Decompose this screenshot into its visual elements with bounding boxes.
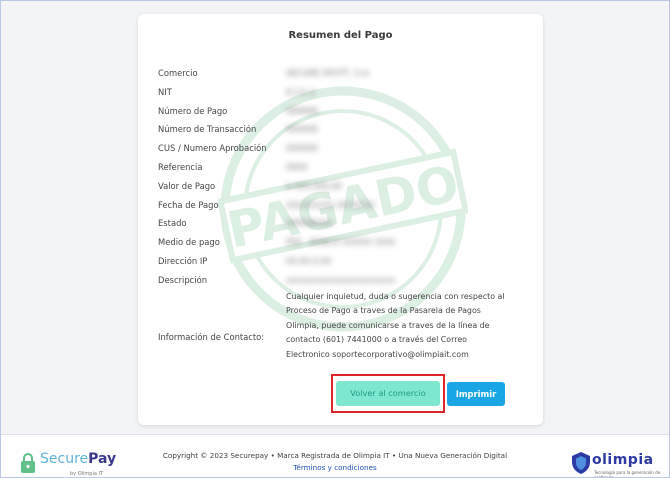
footer: SecurePay by Olimpia IT Copyright © 2023… xyxy=(0,434,670,478)
detail-label: Medio de pago xyxy=(158,237,220,248)
contact-line: Electronico soportecorporativo@olimpiait… xyxy=(286,349,469,359)
detail-value: 000000 xyxy=(286,124,318,135)
detail-label: Número de Pago xyxy=(158,105,228,116)
contact-info-label: Información de Contacto: xyxy=(158,332,265,342)
detail-row-valor-pago: Valor de Pago $ 000.000,00 xyxy=(158,179,528,193)
detail-label: Dirección IP xyxy=(158,256,208,266)
detail-label: Número de Transacción xyxy=(158,124,257,135)
detail-value: 000000 xyxy=(286,143,318,154)
detail-label: CUS / Numero Aprobación xyxy=(158,143,267,154)
contact-info-text: Cualquier inquietud, duda o sugerencia c… xyxy=(286,290,531,362)
olimpia-logo: olimpia Tecnología para la generación de… xyxy=(570,452,662,478)
detail-value: 0000 xyxy=(286,162,308,172)
contact-line: contacto (601) 7441000 o a través del Co… xyxy=(286,335,467,345)
detail-value: 999999 xyxy=(286,105,318,116)
olimpia-wordmark: olimpia xyxy=(592,452,654,468)
olimpia-tagline: Tecnología para la generación de confian… xyxy=(594,470,661,478)
detail-row-nit: NIT 8.1/1.2 xyxy=(158,85,528,99)
detail-label: Valor de Pago xyxy=(158,180,216,191)
detail-row-numero-pago: Número de Pago 999999 xyxy=(158,104,528,118)
detail-value: PSE - BANCO XXXXX (XXXXX) xyxy=(286,237,396,248)
payment-summary-card: Resumen del Pago PAGADO Comercio SECURE … xyxy=(138,14,543,425)
detail-row-numero-transaccion: Número de Transacción 000000 xyxy=(158,122,528,136)
detail-row-direccion-ip: Dirección IP 00.00.0.00 xyxy=(158,254,528,268)
detail-value: xxxxxxxxxxxxxxxxxxxxxx xyxy=(286,274,396,285)
detail-row-estado: Estado APROBADA xyxy=(158,216,528,230)
detail-row-referencia: Referencia 0000 xyxy=(158,160,528,174)
back-to-merchant-button[interactable]: Volver al comercio xyxy=(336,381,440,406)
detail-row-comercio: Comercio SECURE SPOTT, S.A. xyxy=(158,66,528,80)
shield-icon xyxy=(572,452,590,474)
detail-label: NIT xyxy=(158,86,172,97)
contact-line: Proceso de Pago a traves de la Pasarela … xyxy=(286,306,481,316)
detail-row-medio-pago: Medio de pago PSE - BANCO XXXXX (XXXXX) xyxy=(158,235,528,249)
detail-row-descripcion: Descripción xxxxxxxxxxxxxxxxxxxxxx xyxy=(158,273,528,287)
print-button[interactable]: Imprimir xyxy=(447,382,505,406)
detail-label: Fecha de Pago xyxy=(158,199,219,210)
contact-line: Olimpia, puede comunicarse a traves de l… xyxy=(286,320,490,330)
detail-value: SECURE SPOTT, S.A. xyxy=(286,68,371,78)
detail-value: $ 000.000,00 xyxy=(286,180,342,191)
detail-value: 00.00.0.00 xyxy=(286,256,332,266)
detail-row-cus: CUS / Numero Aprobación 000000 xyxy=(158,141,528,155)
detail-label: Comercio xyxy=(158,68,198,78)
detail-value: 8.1/1.2 xyxy=(286,86,316,97)
card-title: Resumen del Pago xyxy=(288,30,393,41)
detail-label: Referencia xyxy=(158,162,203,172)
detail-value: APROBADA xyxy=(286,218,333,229)
detail-row-fecha-pago: Fecha de Pago 2023/01/01 00:00:00 xyxy=(158,198,528,212)
detail-label: Descripción xyxy=(158,274,208,285)
detail-label: Estado xyxy=(158,218,187,229)
detail-value: 2023/01/01 00:00:00 xyxy=(286,199,375,210)
contact-line: Cualquier inquietud, duda o sugerencia c… xyxy=(286,292,505,301)
